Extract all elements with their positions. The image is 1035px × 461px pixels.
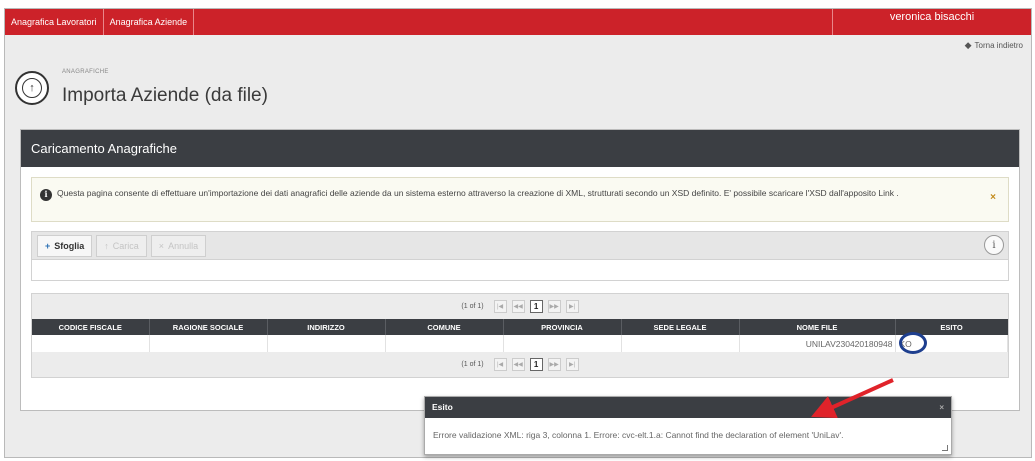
next-page-button-bottom[interactable]: ▶▶ bbox=[547, 358, 561, 371]
nav-anagrafica-lavoratori[interactable]: Anagrafica Lavoratori bbox=[5, 9, 104, 35]
page-title: Importa Aziende (da file) bbox=[62, 85, 268, 106]
info-button[interactable]: i bbox=[984, 235, 1004, 255]
page-1-button[interactable]: 1 bbox=[529, 300, 543, 313]
col-codice-fiscale[interactable]: CODICE FISCALE bbox=[32, 319, 150, 335]
annotation-circle bbox=[898, 332, 927, 354]
info-text: Questa pagina consente di effettuare un'… bbox=[57, 188, 899, 198]
upload-arrow-icon: ↑ bbox=[104, 240, 109, 251]
page-count: (1 of 1) bbox=[461, 303, 484, 310]
cancel-button-label: Annulla bbox=[168, 240, 199, 251]
table-row[interactable]: UNILAV230420180948 KO bbox=[32, 332, 1008, 354]
tooltip-close-icon[interactable]: × bbox=[939, 397, 944, 418]
cell-sede-legale bbox=[621, 335, 740, 352]
first-page-button[interactable]: |◀ bbox=[493, 300, 507, 313]
file-uploader: + Sfoglia ↑ Carica × Annulla i bbox=[31, 231, 1009, 281]
esito-tooltip: Esito × Errore validazione XML: riga 3, … bbox=[424, 396, 952, 455]
cell-provincia bbox=[503, 335, 622, 352]
data-table: CODICE FISCALE RAGIONE SOCIALE INDIRIZZO… bbox=[32, 319, 1008, 354]
info-message: i Questa pagina consente di effettuare un… bbox=[31, 177, 1009, 222]
upload-panel: Caricamento Anagrafiche i Questa pagina c… bbox=[20, 129, 1020, 411]
page-header: ↑ ANAGRAFICHE Importa Aziende (da file) bbox=[15, 67, 268, 107]
cell-ragione-sociale bbox=[149, 335, 268, 352]
plus-icon: + bbox=[45, 240, 51, 251]
page-count-bottom: (1 of 1) bbox=[461, 361, 484, 368]
next-page-button[interactable]: ▶▶ bbox=[547, 300, 561, 313]
browse-button-label: Sfoglia bbox=[54, 240, 85, 251]
back-link-label: Torna indietro bbox=[974, 41, 1023, 50]
cell-nome-file: UNILAV230420180948 bbox=[739, 335, 896, 352]
prev-page-button[interactable]: ◀◀ bbox=[511, 300, 525, 313]
browse-button[interactable]: + Sfoglia bbox=[37, 234, 93, 257]
close-icon[interactable]: × bbox=[990, 191, 996, 204]
last-page-button[interactable]: ▶| bbox=[565, 300, 579, 313]
top-nav: Anagrafica Lavoratori Anagrafica Aziende… bbox=[5, 9, 1031, 35]
paginator-bottom: (1 of 1) |◀ ◀◀ 1 ▶▶ ▶| bbox=[32, 352, 1008, 377]
back-link[interactable]: ◆ Torna indietro bbox=[965, 40, 1023, 51]
first-page-button-bottom[interactable]: |◀ bbox=[493, 358, 507, 371]
col-indirizzo[interactable]: INDIRIZZO bbox=[267, 319, 386, 335]
results-table: (1 of 1) |◀ ◀◀ 1 ▶▶ ▶| CODICE FISCALE RA… bbox=[31, 293, 1009, 378]
upload-icon: ↑ bbox=[15, 71, 49, 105]
prev-page-button-bottom[interactable]: ◀◀ bbox=[511, 358, 525, 371]
upload-button-label: Carica bbox=[112, 240, 139, 251]
uploader-toolbar: + Sfoglia ↑ Carica × Annulla i bbox=[32, 232, 1008, 260]
cell-comune bbox=[385, 335, 504, 352]
cell-codice-fiscale bbox=[32, 335, 150, 352]
upload-button[interactable]: ↑ Carica bbox=[96, 234, 147, 257]
panel-title: Caricamento Anagrafiche bbox=[21, 130, 1019, 167]
last-page-button-bottom[interactable]: ▶| bbox=[565, 358, 579, 371]
paginator-top: (1 of 1) |◀ ◀◀ 1 ▶▶ ▶| bbox=[32, 294, 1008, 319]
col-nome-file[interactable]: NOME FILE bbox=[739, 319, 896, 335]
info-icon: i bbox=[40, 188, 52, 201]
col-ragione-sociale[interactable]: RAGIONE SOCIALE bbox=[149, 319, 268, 335]
tooltip-message: Errore validazione XML: riga 3, colonna … bbox=[433, 430, 844, 440]
col-provincia[interactable]: PROVINCIA bbox=[503, 319, 622, 335]
user-name[interactable]: veronica bisacchi bbox=[832, 9, 1031, 35]
col-sede-legale[interactable]: SEDE LEGALE bbox=[621, 319, 740, 335]
cancel-icon: × bbox=[158, 240, 165, 251]
cell-indirizzo bbox=[267, 335, 386, 352]
cell-esito[interactable]: KO bbox=[895, 332, 1008, 354]
tooltip-title: Esito bbox=[432, 402, 453, 412]
page-1-button-bottom[interactable]: 1 bbox=[529, 358, 543, 371]
app-window: Anagrafica Lavoratori Anagrafica Aziende… bbox=[4, 8, 1032, 458]
resize-handle-icon[interactable] bbox=[942, 445, 948, 451]
nav-anagrafica-aziende[interactable]: Anagrafica Aziende bbox=[104, 9, 195, 35]
cancel-button[interactable]: × Annulla bbox=[150, 234, 207, 257]
arrow-left-icon: ◆ bbox=[964, 40, 972, 50]
breadcrumb: ANAGRAFICHE bbox=[62, 69, 109, 75]
col-comune[interactable]: COMUNE bbox=[385, 319, 504, 335]
